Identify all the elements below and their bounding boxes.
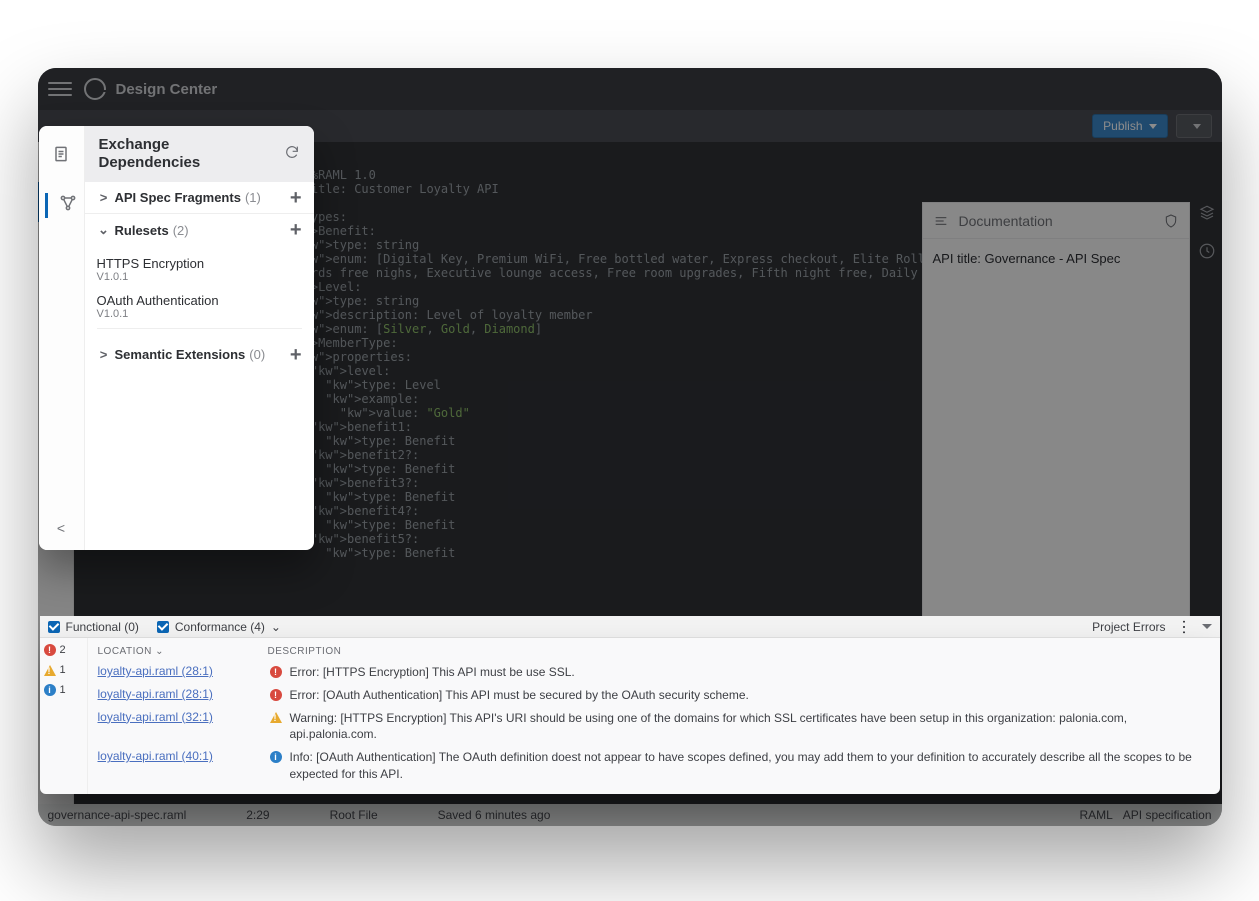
tab-conformance[interactable]: Conformance (4) ⌄	[157, 620, 281, 634]
topbar: Design Center	[38, 68, 1222, 110]
add-button[interactable]: +	[290, 191, 302, 205]
problems-table: LOCATION DESCRIPTION loyalty-api.raml (2…	[88, 638, 1220, 794]
section-rulesets[interactable]: ⌄ Rulesets (2) +	[85, 214, 314, 246]
tab-functional[interactable]: Functional (0)	[48, 620, 139, 634]
problem-row[interactable]: loyalty-api.raml (28:1)! Error: [OAuth Au…	[98, 684, 1210, 707]
warning-icon	[270, 712, 282, 723]
problem-message: Info: [OAuth Authentication] The OAuth d…	[290, 749, 1210, 783]
summary-info: i1	[44, 684, 83, 696]
problem-message: Error: [OAuth Authentication] This API m…	[290, 687, 1210, 704]
chevron-right-icon: >	[97, 347, 111, 362]
error-icon: !	[270, 689, 282, 701]
documentation-header: Documentation	[923, 203, 1189, 239]
status-lang: RAML	[1079, 808, 1112, 822]
app-title: Design Center	[116, 81, 218, 98]
problem-location-link[interactable]: loyalty-api.raml (32:1)	[98, 710, 268, 724]
status-cursor: 2:29	[246, 808, 269, 822]
error-icon: !	[44, 644, 56, 656]
popup-header: Exchange Dependencies	[85, 126, 314, 182]
popup-rail-files[interactable]	[51, 144, 71, 169]
chevron-down-icon	[1149, 124, 1157, 129]
checkbox-icon[interactable]	[48, 621, 60, 633]
section-api-spec-fragments[interactable]: > API Spec Fragments (1) +	[85, 182, 314, 214]
status-root: Root File	[330, 808, 378, 822]
ruleset-item[interactable]: HTTPS Encryption V1.0.1	[97, 248, 302, 285]
documentation-content: API title: Governance - API Spec	[923, 239, 1189, 278]
summary-warnings: 1	[44, 664, 83, 676]
code-editor[interactable]: "kw">#%RAML 1.0 "kw">title: Customer Loy…	[268, 164, 920, 624]
info-icon: i	[270, 751, 282, 763]
problem-row[interactable]: loyalty-api.raml (32:1) Warning: [HTTPS E…	[98, 707, 1210, 747]
popup-rail-dependencies[interactable]	[45, 193, 78, 218]
status-type: API specification	[1123, 808, 1212, 822]
popup-title: Exchange Dependencies	[99, 136, 201, 172]
col-description: DESCRIPTION	[268, 646, 1210, 657]
right-rail	[1192, 204, 1222, 260]
refresh-icon	[284, 144, 300, 160]
problem-location-link[interactable]: loyalty-api.raml (28:1)	[98, 687, 268, 701]
collapse-button[interactable]: <	[57, 520, 65, 536]
status-bar: governance-api-spec.raml 2:29 Root File …	[38, 804, 1222, 826]
add-button[interactable]: +	[290, 348, 302, 362]
problem-location-link[interactable]: loyalty-api.raml (40:1)	[98, 749, 268, 763]
refresh-button[interactable]	[284, 144, 300, 165]
section-semantic-extensions[interactable]: > Semantic Extensions (0) +	[85, 339, 314, 370]
documentation-title: Documentation	[959, 213, 1053, 229]
list-icon[interactable]	[933, 213, 949, 229]
popup-body: Exchange Dependencies > API Spec Fragmen…	[85, 126, 314, 550]
logo-icon	[84, 78, 106, 100]
documentation-panel: Documentation API title: Governance - AP…	[922, 202, 1190, 624]
publish-button[interactable]: Publish	[1092, 114, 1167, 138]
document-icon	[51, 144, 71, 164]
checkbox-icon[interactable]	[157, 621, 169, 633]
col-location[interactable]: LOCATION	[98, 646, 268, 657]
chevron-down-icon: ⌄	[271, 620, 281, 634]
summary-errors: !2	[44, 644, 83, 656]
shield-icon[interactable]	[1163, 213, 1179, 229]
publish-label: Publish	[1103, 119, 1142, 133]
problems-summary: !2 1 i1	[40, 638, 88, 794]
ruleset-item[interactable]: OAuth Authentication V1.0.1	[97, 285, 302, 322]
layers-icon[interactable]	[1198, 204, 1216, 222]
add-button[interactable]: +	[290, 223, 302, 237]
problem-row[interactable]: loyalty-api.raml (28:1)! Error: [HTTPS En…	[98, 661, 1210, 684]
settings-button[interactable]	[1176, 114, 1212, 138]
problem-message: Warning: [HTTPS Encryption] This API's U…	[290, 710, 1210, 744]
activity-icon[interactable]	[1198, 242, 1216, 260]
status-file: governance-api-spec.raml	[48, 808, 187, 822]
chevron-down-icon[interactable]	[1202, 624, 1212, 629]
status-saved: Saved 6 minutes ago	[438, 808, 551, 822]
chevron-right-icon: >	[97, 190, 111, 205]
project-errors-control[interactable]: Project Errors ⋯	[1092, 617, 1211, 637]
problem-location-link[interactable]: loyalty-api.raml (28:1)	[98, 664, 268, 678]
chevron-down-icon	[1193, 124, 1201, 129]
problems-panel: Functional (0) Conformance (4) ⌄ Project…	[40, 616, 1220, 794]
info-icon: i	[44, 684, 56, 696]
dependencies-icon	[58, 193, 78, 213]
chevron-down-icon: ⌄	[97, 222, 111, 238]
app-frame: Design Center Publish "kw	[38, 68, 1222, 826]
problems-table-header: LOCATION DESCRIPTION	[98, 642, 1210, 661]
more-icon[interactable]: ⋯	[1174, 619, 1194, 635]
error-icon: !	[270, 666, 282, 678]
problem-row[interactable]: loyalty-api.raml (40:1)i Info: [OAuth Aut…	[98, 746, 1210, 786]
popup-rail: <	[39, 126, 85, 550]
problems-body: !2 1 i1 LOCATION DESCRIPTION loyalty-api…	[40, 638, 1220, 794]
exchange-dependencies-popup: < Exchange Dependencies > API Spec Fragm…	[39, 126, 314, 550]
problems-tabs: Functional (0) Conformance (4) ⌄ Project…	[40, 616, 1220, 638]
problem-message: Error: [HTTPS Encryption] This API must …	[290, 664, 1210, 681]
menu-icon[interactable]	[48, 82, 72, 96]
warning-icon	[44, 665, 56, 676]
ruleset-list: HTTPS Encryption V1.0.1 OAuth Authentica…	[85, 246, 314, 339]
code-content: "kw">#%RAML 1.0 "kw">title: Customer Loy…	[268, 168, 920, 560]
